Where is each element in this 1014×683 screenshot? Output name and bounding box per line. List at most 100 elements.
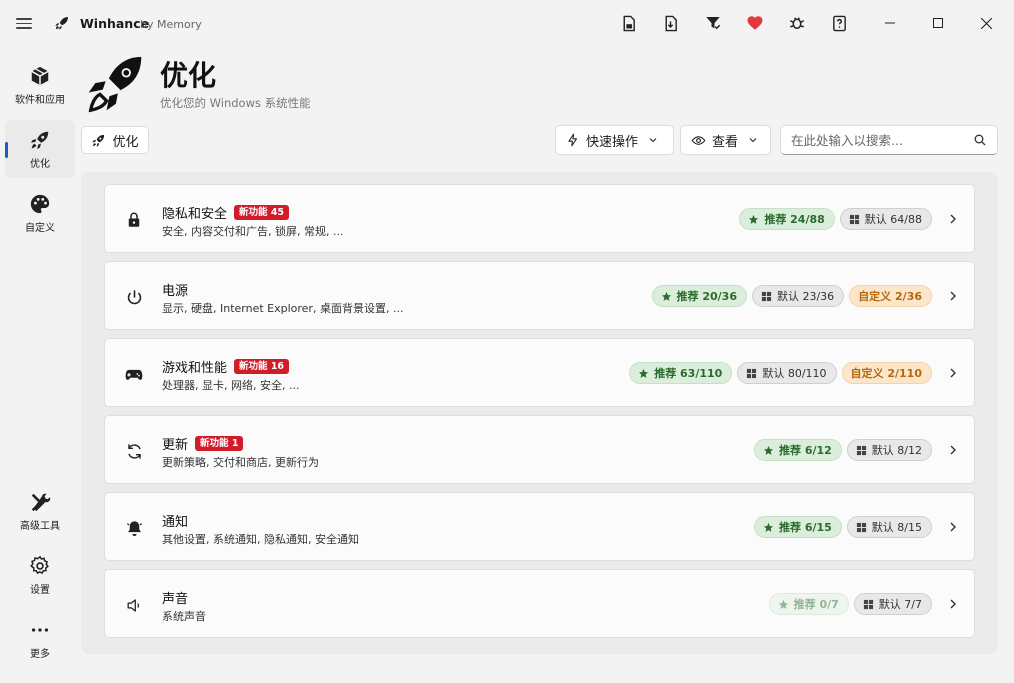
package-icon: [31, 66, 49, 85]
card-title: 电源: [162, 284, 189, 299]
nav-item-more[interactable]: 更多: [5, 610, 75, 668]
new-feature-badge: 新功能 16: [234, 359, 290, 374]
hamburger-menu-icon[interactable]: [16, 15, 32, 31]
default-count: 默认 80/110: [762, 367, 827, 380]
view-label: 查看: [712, 134, 739, 150]
bug-icon[interactable]: [786, 12, 808, 34]
default-count: 默认 8/15: [871, 521, 922, 534]
default-badge: 默认 64/88: [839, 208, 932, 230]
speaker-icon: [127, 598, 139, 612]
new-feature-badge: 新功能 1: [195, 436, 244, 451]
gear-icon: [30, 555, 49, 574]
card-description: 显示, 硬盘, Internet Explorer, 桌面背景设置, ...: [162, 302, 404, 315]
windows-icon: [761, 291, 772, 301]
chevron-right-icon: [950, 368, 956, 378]
header-rocket-icon: [88, 56, 142, 113]
nav-item-settings[interactable]: 设置: [5, 546, 75, 604]
category-card-sound[interactable]: 声音 系统声音 推荐 0/7 默认 7/7: [104, 569, 975, 638]
close-icon[interactable]: [970, 8, 1002, 38]
star-icon: [749, 214, 759, 224]
category-card-notifications[interactable]: 通知 其他设置, 系统通知, 隐私通知, 安全通知 推荐 6/15 默认 8/1…: [104, 492, 975, 561]
tools-icon: [31, 493, 51, 511]
rocket-icon: [92, 134, 105, 147]
card-description: 其他设置, 系统通知, 隐私通知, 安全通知: [162, 533, 359, 546]
chevron-right-icon: [950, 522, 956, 532]
rocket-icon: [30, 131, 49, 149]
app-title: Winhance: [80, 16, 150, 31]
category-card-power[interactable]: 电源 显示, 硬盘, Internet Explorer, 桌面背景设置, ..…: [104, 261, 975, 330]
category-panel: 隐私和安全 新功能 45 安全, 内容交付和广告, 锁屏, 常规, ... 推荐…: [81, 172, 998, 654]
card-title: 通知: [162, 515, 189, 530]
help-icon[interactable]: [828, 12, 850, 34]
recommended-badge: 推荐 20/36: [651, 285, 747, 307]
page-title: 优化: [160, 59, 217, 92]
chevron-right-icon: [950, 599, 956, 609]
nav-label: 高级工具: [20, 520, 60, 532]
eye-icon: [691, 135, 706, 145]
page-subtitle: 优化您的 Windows 系统性能: [160, 96, 311, 110]
recommended-badge: 推荐 0/7: [768, 593, 849, 615]
star-icon: [661, 291, 671, 301]
card-description: 系统声音: [162, 610, 206, 623]
windows-icon: [856, 522, 866, 532]
search-box: [780, 125, 998, 155]
chevron-right-icon: [950, 214, 956, 224]
custom-count: 自定义 2/110: [850, 367, 922, 380]
nav-item-advanced-tools[interactable]: 高级工具: [5, 482, 75, 540]
recommended-badge: 推荐 6/15: [753, 516, 842, 538]
default-count: 默认 23/36: [776, 290, 835, 303]
view-dropdown[interactable]: 查看: [680, 125, 771, 155]
custom-badge: 自定义 2/110: [841, 362, 932, 384]
category-card-privacy[interactable]: 隐私和安全 新功能 45 安全, 内容交付和广告, 锁屏, 常规, ... 推荐…: [104, 184, 975, 253]
lock-icon: [128, 212, 140, 227]
lightning-icon: [568, 133, 578, 147]
card-title: 更新: [162, 438, 189, 453]
breadcrumb-label: 优化: [112, 134, 139, 150]
recommended-count: 推荐 63/110: [654, 367, 723, 380]
default-count: 默认 64/88: [864, 213, 922, 226]
nav-item-customize[interactable]: 自定义: [5, 184, 75, 242]
card-title: 隐私和安全: [162, 207, 228, 222]
maximize-icon[interactable]: [922, 8, 954, 38]
more-icon: [31, 627, 49, 632]
recommended-count: 推荐 0/7: [793, 598, 839, 611]
minimize-icon[interactable]: [874, 8, 906, 38]
recommended-count: 推荐 6/12: [778, 444, 832, 457]
star-icon: [763, 445, 774, 455]
nav-label: 设置: [30, 584, 50, 596]
windows-icon: [863, 599, 873, 609]
nav-label: 软件和应用: [15, 94, 65, 106]
recommended-badge: 推荐 6/12: [753, 439, 842, 461]
favorite-heart-icon[interactable]: [744, 12, 766, 34]
default-count: 默认 8/12: [871, 444, 922, 457]
quick-actions-dropdown[interactable]: 快速操作: [555, 125, 674, 155]
recommended-count: 推荐 6/15: [778, 521, 832, 534]
nav-item-optimize[interactable]: 优化: [5, 120, 75, 178]
default-badge: 默认 80/110: [737, 362, 837, 384]
nav-label: 更多: [30, 648, 50, 660]
default-badge: 默认 7/7: [853, 593, 932, 615]
category-card-update[interactable]: 更新 新功能 1 更新策略, 交付和商店, 更新行为 推荐 6/12 默认 8/…: [104, 415, 975, 484]
search-icon[interactable]: [974, 134, 986, 146]
category-card-gaming[interactable]: 游戏和性能 新功能 16 处理器, 显卡, 网络, 安全, ... 推荐 63/…: [104, 338, 975, 407]
windows-icon: [849, 214, 859, 224]
save-config-icon[interactable]: [617, 12, 639, 34]
search-input[interactable]: [791, 132, 971, 148]
nav-label: 优化: [30, 158, 50, 170]
default-badge: 默认 8/15: [846, 516, 932, 538]
chevron-down-icon: [749, 138, 757, 143]
nav-label: 自定义: [25, 222, 55, 234]
custom-count: 自定义 2/36: [858, 290, 922, 303]
bell-icon: [126, 520, 142, 536]
card-description: 处理器, 显卡, 网络, 安全, ...: [162, 379, 300, 392]
custom-badge: 自定义 2/36: [849, 285, 932, 307]
nav-item-software-apps[interactable]: 软件和应用: [5, 56, 75, 114]
default-badge: 默认 8/12: [846, 439, 932, 461]
new-feature-badge: 新功能 45: [234, 205, 290, 220]
recommended-count: 推荐 20/36: [676, 290, 737, 303]
filter-icon[interactable]: [702, 12, 724, 34]
quick-actions-label: 快速操作: [586, 134, 639, 150]
breadcrumb-optimize-button[interactable]: 优化: [81, 126, 149, 154]
app-logo-rocket-icon: [55, 17, 68, 30]
import-config-icon[interactable]: [659, 12, 681, 34]
